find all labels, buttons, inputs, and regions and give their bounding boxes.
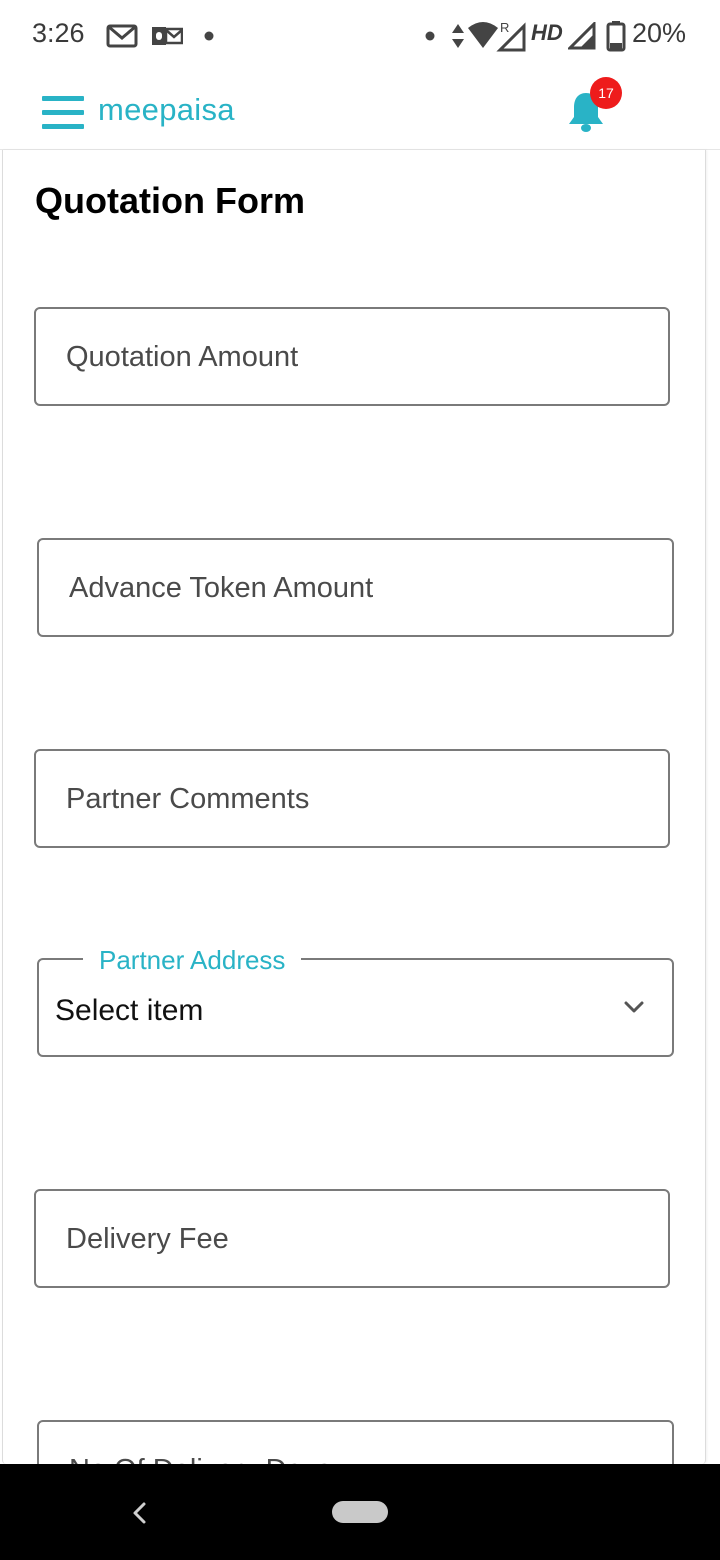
chevron-down-icon (624, 1001, 644, 1013)
delivery-fee-input[interactable]: Delivery Fee (34, 1189, 670, 1288)
quotation-amount-placeholder: Quotation Amount (66, 341, 299, 373)
hamburger-menu-icon[interactable] (42, 96, 84, 130)
status-bar: 3:26 R HD 20% (0, 0, 720, 72)
partner-address-select[interactable]: Partner Address Select item (37, 946, 674, 1057)
battery-percent: 20% (631, 18, 686, 48)
quotation-amount-input[interactable]: Quotation Amount (34, 307, 670, 406)
delivery-days-input[interactable]: No Of Delivery Days (37, 1420, 674, 1464)
quotation-form-card: Quotation Form Quotation Amount Advance … (2, 150, 706, 1464)
notifications-button[interactable]: 17 (566, 77, 626, 142)
notification-dot-icon (204, 31, 214, 41)
app-bar: meepaisa 17 (0, 72, 720, 150)
advance-token-amount-input[interactable]: Advance Token Amount (37, 538, 674, 637)
home-pill-icon[interactable] (332, 1501, 388, 1523)
gmail-icon (106, 24, 138, 48)
partner-comments-input[interactable]: Partner Comments (34, 749, 670, 848)
page-title: Quotation Form (35, 180, 305, 221)
outlook-icon (152, 27, 183, 45)
cell-signal-icon (568, 22, 596, 50)
wifi-signal-icon: R (468, 20, 526, 52)
delivery-fee-placeholder: Delivery Fee (66, 1223, 229, 1255)
partner-address-label: Partner Address (83, 946, 302, 974)
delivery-days-placeholder: No Of Delivery Days (69, 1454, 332, 1464)
dot-icon (425, 31, 435, 41)
partner-comments-placeholder: Partner Comments (66, 783, 310, 815)
status-time: 3:26 (32, 18, 85, 48)
data-arrows-icon (452, 24, 464, 48)
network-type-label: HD (531, 20, 563, 45)
back-triangle-icon[interactable] (126, 1498, 152, 1528)
partner-address-value: Select item (55, 994, 204, 1027)
brand-logo-text: meepaisa (98, 92, 235, 127)
advance-token-amount-placeholder: Advance Token Amount (69, 572, 374, 604)
system-nav-bar (0, 1464, 720, 1560)
battery-icon (606, 21, 626, 52)
notification-count-badge: 17 (590, 77, 622, 109)
svg-text:R: R (500, 20, 509, 35)
